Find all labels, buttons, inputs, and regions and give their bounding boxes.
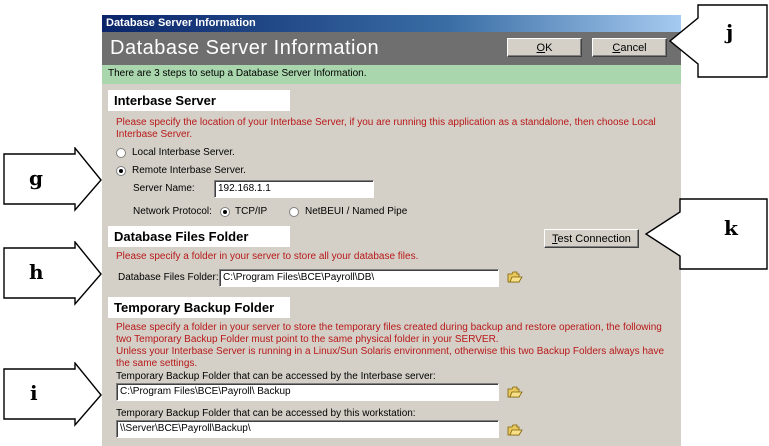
- workstation-backup-folder-label: Temporary Backup Folder that can be acce…: [116, 408, 416, 419]
- callout-h-arrow-shape: [3, 241, 102, 306]
- dbfiles-folder-label: Database Files Folder:: [118, 272, 219, 283]
- callout-j-letter: j: [726, 20, 734, 44]
- tcpip-radio[interactable]: [220, 207, 230, 217]
- callout-h: h: [3, 241, 103, 307]
- server-backup-folder-input[interactable]: C:\Program Files\BCE\Payroll\ Backup: [116, 383, 499, 401]
- callout-j: j: [668, 4, 768, 78]
- interbase-heading-box: Interbase Server: [108, 90, 290, 111]
- backup-description-4: the same settings.: [116, 358, 198, 369]
- network-protocol-label: Network Protocol:: [133, 206, 212, 217]
- backup-description-1: Please specify a folder in your server t…: [116, 322, 662, 333]
- callout-g: g: [3, 147, 103, 213]
- steps-info-text: There are 3 steps to setup a Database Se…: [108, 68, 367, 79]
- netbeui-label: NetBEUI / Named Pipe: [305, 206, 408, 217]
- remote-server-label: Remote Interbase Server.: [132, 165, 246, 176]
- interbase-heading: Interbase Server: [114, 93, 216, 108]
- browse-folder-icon[interactable]: [507, 386, 523, 398]
- callout-h-letter: h: [29, 260, 44, 284]
- dbfiles-heading: Database Files Folder: [114, 229, 249, 244]
- backup-description-3: Unless your Interbase Server is running …: [116, 346, 665, 357]
- test-connection-button[interactable]: Test Connection: [544, 229, 639, 248]
- interbase-description: Please specify the location of your Inte…: [116, 117, 656, 140]
- server-name-input[interactable]: 192.168.1.1: [214, 180, 374, 198]
- backup-description-2: two Temporary Backup Folder must point t…: [116, 334, 499, 345]
- server-name-label: Server Name:: [133, 183, 195, 194]
- callout-j-arrow-shape: [668, 4, 768, 78]
- callout-k-arrow-shape: [644, 198, 768, 270]
- backup-heading-box: Temporary Backup Folder: [108, 297, 290, 318]
- workstation-backup-folder-input[interactable]: \\Server\BCE\Payroll\Backup\: [116, 420, 499, 438]
- callout-g-arrow-shape: [3, 147, 102, 212]
- local-server-radio[interactable]: [116, 148, 126, 158]
- callout-k-letter: k: [724, 216, 738, 240]
- dbfiles-heading-box: Database Files Folder: [108, 226, 290, 247]
- callout-k: k: [644, 198, 768, 270]
- database-server-dialog: Database Server Information Database Ser…: [102, 15, 681, 446]
- cancel-button[interactable]: Cancel: [592, 38, 667, 57]
- netbeui-radio[interactable]: [289, 207, 299, 217]
- local-server-label: Local Interbase Server.: [132, 147, 235, 158]
- steps-info-bar: There are 3 steps to setup a Database Se…: [102, 65, 681, 84]
- page-title: Database Server Information: [110, 37, 380, 59]
- dbfiles-folder-input[interactable]: C:\Program Files\BCE\Payroll\DB\: [219, 269, 499, 287]
- window-title: Database Server Information: [106, 17, 256, 29]
- callout-g-letter: g: [29, 166, 43, 190]
- window-titlebar[interactable]: Database Server Information: [102, 15, 681, 32]
- callout-i: i: [3, 362, 103, 428]
- backup-heading: Temporary Backup Folder: [114, 300, 275, 315]
- server-backup-folder-label: Temporary Backup Folder that can be acce…: [116, 371, 436, 382]
- browse-folder-icon[interactable]: [507, 424, 523, 436]
- browse-folder-icon[interactable]: [507, 271, 523, 283]
- ok-button[interactable]: OK: [507, 38, 582, 57]
- dbfiles-description: Please specify a folder in your server t…: [116, 251, 419, 262]
- remote-server-radio[interactable]: [116, 166, 126, 176]
- tcpip-label: TCP/IP: [235, 206, 268, 217]
- callout-i-arrow-shape: [3, 362, 102, 427]
- callout-i-letter: i: [30, 381, 38, 405]
- dialog-header: Database Server Information OK Cancel: [102, 32, 681, 65]
